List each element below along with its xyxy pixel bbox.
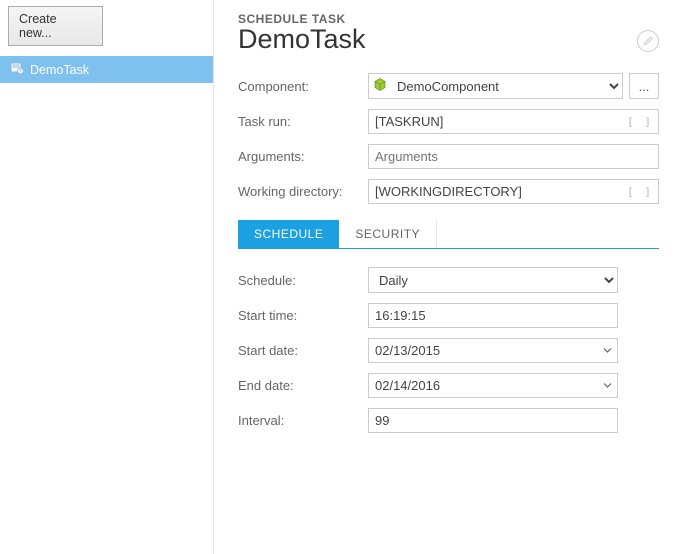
edit-button[interactable]	[637, 30, 659, 52]
interval-label: Interval:	[238, 413, 368, 428]
tab-security[interactable]: SECURITY	[339, 220, 437, 248]
page-title: DemoTask	[238, 24, 366, 55]
schedule-select[interactable]: Daily	[368, 267, 618, 293]
task-list: DemoTask	[0, 56, 213, 554]
startdate-input[interactable]	[368, 338, 618, 363]
tab-schedule[interactable]: SCHEDULE	[238, 220, 339, 248]
workdir-input[interactable]	[368, 179, 659, 204]
starttime-label: Start time:	[238, 308, 368, 323]
enddate-label: End date:	[238, 378, 368, 393]
task-icon	[10, 61, 24, 78]
component-select[interactable]: DemoComponent	[368, 73, 623, 99]
arguments-label: Arguments:	[238, 149, 368, 164]
interval-input[interactable]	[368, 408, 618, 433]
schedule-label: Schedule:	[238, 273, 368, 288]
component-label: Component:	[238, 79, 368, 94]
enddate-input[interactable]	[368, 373, 618, 398]
create-new-button[interactable]: Create new...	[8, 6, 103, 46]
startdate-label: Start date:	[238, 343, 368, 358]
component-browse-button[interactable]: ...	[629, 73, 659, 99]
workdir-label: Working directory:	[238, 184, 368, 199]
taskrun-label: Task run:	[238, 114, 368, 129]
tab-bar: SCHEDULE SECURITY	[238, 220, 659, 249]
list-item-label: DemoTask	[30, 63, 89, 77]
workdir-brackets-icon[interactable]: [ ]	[627, 185, 653, 198]
starttime-input[interactable]	[368, 303, 618, 328]
taskrun-input[interactable]	[368, 109, 659, 134]
list-item[interactable]: DemoTask	[0, 56, 213, 83]
arguments-input[interactable]	[368, 144, 659, 169]
taskrun-brackets-icon[interactable]: [ ]	[627, 115, 653, 128]
pencil-icon	[643, 34, 654, 49]
main-panel: SCHEDULE TASK DemoTask Component:	[214, 0, 677, 554]
sidebar: Create new... DemoTask	[0, 0, 214, 554]
